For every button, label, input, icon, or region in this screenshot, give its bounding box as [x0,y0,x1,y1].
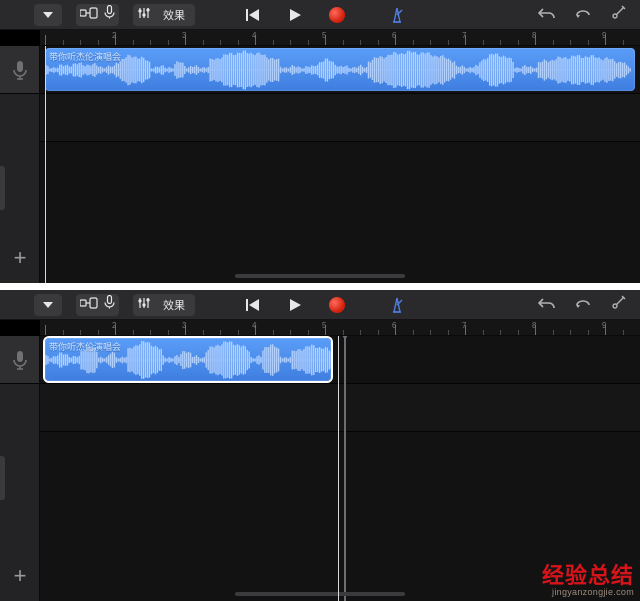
waveform [45,48,631,91]
mic-icon[interactable] [104,295,115,314]
home-indicator [235,274,405,278]
mic-icon [12,60,28,80]
track-lane-empty[interactable] [40,384,640,432]
add-track-button[interactable]: + [0,241,40,275]
ruler[interactable]: 2345678910 [40,320,640,336]
undo-button[interactable] [538,6,556,25]
sliders-icon [137,296,151,314]
timeline[interactable]: 带你听杰伦演唱会 [40,336,640,601]
sliders-icon [137,6,151,24]
track-area: + 带你听杰伦演唱会 [0,46,640,283]
audio-region[interactable]: 带你听杰伦演唱会 [45,338,331,381]
input-controls-group [76,4,119,26]
record-icon [329,297,345,313]
undo-button[interactable] [538,296,556,315]
add-track-button[interactable]: + [0,559,40,593]
track-lane-1[interactable]: 带你听杰伦演唱会 [40,46,640,94]
mic-icon [12,350,28,370]
input-monitor-icon[interactable] [80,296,98,314]
settings-button[interactable] [610,295,626,316]
home-indicator [235,592,405,596]
region-title: 带你听杰伦演唱会 [49,340,121,353]
loop-button[interactable] [574,6,592,25]
playhead[interactable] [45,46,46,283]
mic-icon[interactable] [104,5,115,24]
play-button[interactable] [281,294,309,316]
transport-controls [239,4,411,26]
audio-region[interactable]: 带你听杰伦演唱会 [45,48,635,91]
transport-controls [239,294,411,316]
fx-label: 效果 [157,297,191,313]
metronome-button[interactable] [383,294,411,316]
view-menu-button[interactable] [34,294,62,316]
track-header-column: + [0,46,40,283]
track-lane-1[interactable]: 带你听杰伦演唱会 [40,336,640,384]
track-header-audio[interactable] [0,46,39,94]
play-button[interactable] [281,4,309,26]
region-title: 带你听杰伦演唱会 [49,50,121,63]
go-to-start-button[interactable] [239,294,267,316]
record-button[interactable] [323,294,351,316]
toolbar: 效果 [0,0,640,30]
track-lane-empty[interactable] [40,94,640,142]
record-icon [329,7,345,23]
right-toolbar [538,290,626,320]
fx-group[interactable]: 效果 [133,4,195,26]
playhead[interactable] [338,336,339,601]
plus-icon: + [14,245,27,271]
loop-button[interactable] [574,296,592,315]
record-button[interactable] [323,4,351,26]
go-to-start-button[interactable] [239,4,267,26]
track-header-audio[interactable] [0,336,39,384]
settings-button[interactable] [610,5,626,26]
metronome-button[interactable] [383,4,411,26]
track-area: + 带你听杰伦演唱会 [0,336,640,601]
timeline[interactable]: 带你听杰伦演唱会 [40,46,640,283]
fx-label: 效果 [157,7,191,23]
track-handle[interactable] [0,456,5,500]
toolbar: 效果 [0,290,640,320]
ruler[interactable]: 2345678910 [40,30,640,46]
editor-panel-after: 效果 234 [0,290,640,601]
editor-panel-before: 效果 234 [0,0,640,283]
fx-group[interactable]: 效果 [133,294,195,316]
view-menu-button[interactable] [34,4,62,26]
input-monitor-icon[interactable] [80,6,98,24]
track-header-column: + [0,336,40,601]
right-toolbar [538,0,626,30]
input-controls-group [76,294,119,316]
plus-icon: + [14,563,27,589]
track-handle[interactable] [0,166,5,210]
